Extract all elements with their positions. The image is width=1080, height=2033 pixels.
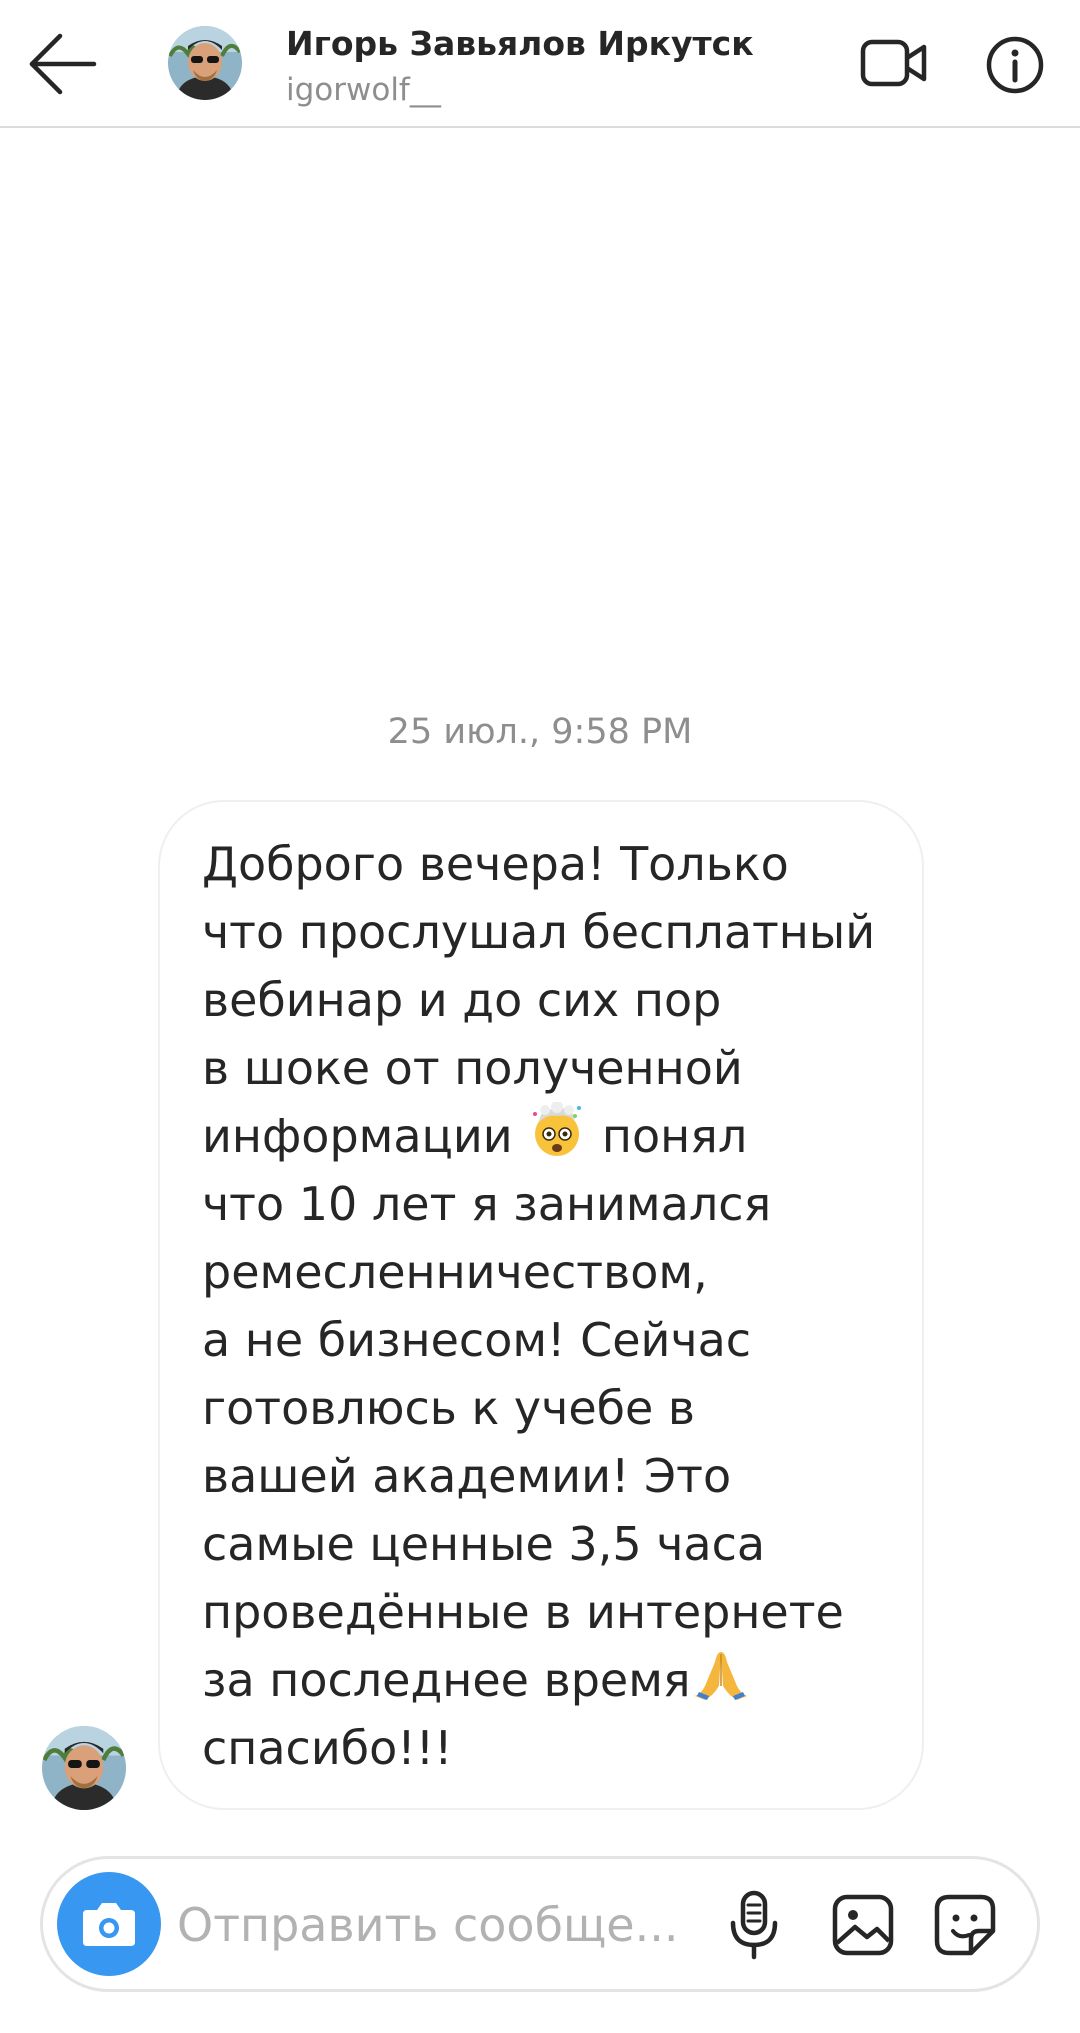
sticker-icon bbox=[934, 1894, 996, 1956]
message-bubble[interactable]: Доброго вечера! Только что прослушал бес… bbox=[158, 800, 924, 1810]
message-line: проведённые в интернете bbox=[202, 1585, 844, 1639]
message-line: спасибо!!! bbox=[202, 1721, 453, 1775]
camera-icon bbox=[83, 1903, 135, 1946]
sender-avatar[interactable] bbox=[42, 1726, 126, 1810]
message-line: что 10 лет я занимался bbox=[202, 1177, 772, 1231]
message-text: понял bbox=[601, 1109, 748, 1163]
folded-hands-emoji bbox=[691, 1646, 751, 1702]
profile-photo bbox=[42, 1726, 126, 1810]
gallery-button[interactable] bbox=[827, 1889, 899, 1961]
sticker-button[interactable] bbox=[929, 1889, 1001, 1961]
contact-username[interactable]: igorwolf__ bbox=[286, 72, 441, 108]
message-line: Доброго вечера! Только bbox=[202, 837, 789, 891]
message-text: за последнее время bbox=[202, 1653, 691, 1707]
profile-photo bbox=[168, 26, 242, 100]
message-line: в шоке от полученной bbox=[202, 1041, 743, 1095]
microphone-icon bbox=[730, 1890, 778, 1960]
message-line: а не бизнесом! Сейчас bbox=[202, 1313, 752, 1367]
message-line: вебинар и до сих пор bbox=[202, 973, 722, 1027]
chat-header: Игорь Завьялов Иркутск igorwolf__ bbox=[0, 0, 1080, 128]
voice-message-button[interactable] bbox=[719, 1889, 789, 1961]
video-call-button[interactable] bbox=[858, 34, 930, 94]
video-camera-icon bbox=[860, 39, 927, 87]
message-line: самые ценные 3,5 часа bbox=[202, 1517, 766, 1571]
message-line: за последнее время bbox=[202, 1646, 882, 1714]
message-input[interactable] bbox=[177, 1887, 737, 1963]
arrow-left-icon bbox=[29, 33, 97, 95]
message-text: информации bbox=[202, 1109, 513, 1163]
message-line: ремесленничеством, bbox=[202, 1245, 708, 1299]
gallery-icon bbox=[832, 1894, 894, 1956]
avatar[interactable] bbox=[168, 26, 242, 100]
message-timestamp: 25 июл., 9:58 PM bbox=[387, 712, 693, 752]
message-line: информации понял bbox=[202, 1102, 882, 1170]
message-line: что прослушал бесплатный bbox=[202, 905, 876, 959]
back-button[interactable] bbox=[22, 28, 102, 100]
contact-display-name[interactable]: Игорь Завьялов Иркутск bbox=[286, 24, 754, 63]
message-line: вашей академии! Это bbox=[202, 1449, 732, 1503]
message-composer bbox=[40, 1856, 1040, 1992]
camera-button[interactable] bbox=[57, 1872, 161, 1976]
info-button[interactable] bbox=[984, 34, 1046, 96]
info-icon bbox=[986, 36, 1044, 94]
exploding-head-emoji bbox=[527, 1102, 587, 1158]
message-line: готовлюсь к учебе в bbox=[202, 1381, 696, 1435]
